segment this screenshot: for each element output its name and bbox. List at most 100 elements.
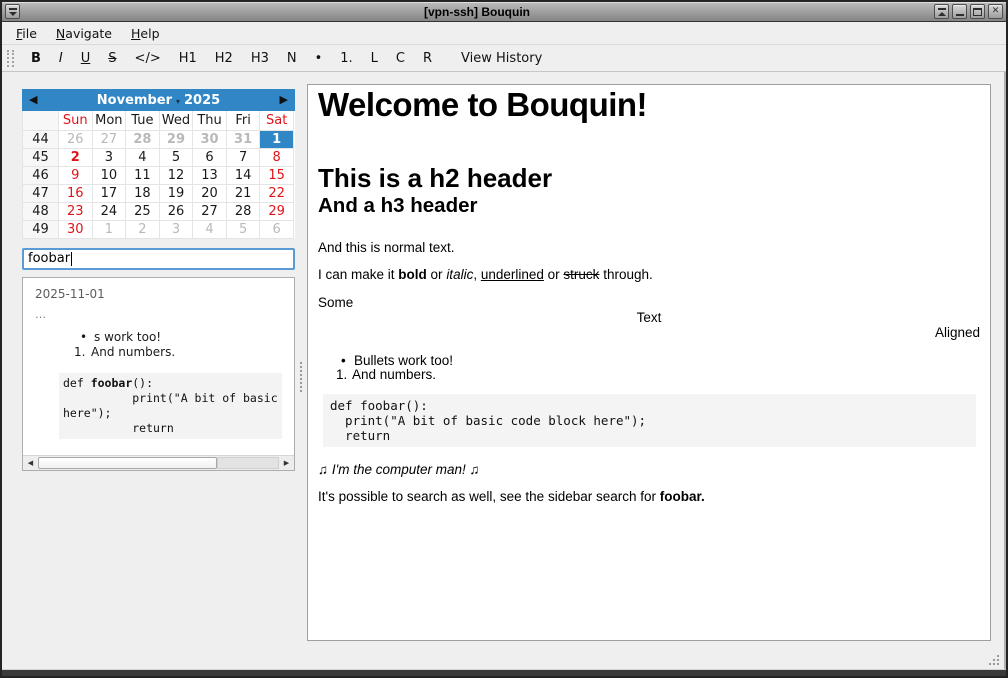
minimize-button[interactable]: [952, 4, 967, 19]
calendar-day-cell[interactable]: 18: [126, 184, 160, 202]
toolbar-normal-text-button[interactable]: N: [278, 48, 306, 69]
menu-file[interactable]: File: [16, 26, 37, 41]
result-bullet-text: s work too!: [94, 330, 161, 345]
search-input[interactable]: foobar: [22, 248, 295, 270]
scrollbar-track[interactable]: [217, 457, 279, 469]
chevron-down-icon[interactable]: ▾: [176, 97, 180, 108]
plain-text: or: [427, 267, 447, 282]
menubar: File Navigate Help: [2, 22, 1006, 45]
calendar-day-cell[interactable]: 13: [193, 166, 227, 184]
maximize-button[interactable]: [970, 4, 985, 19]
menu-navigate[interactable]: Navigate: [56, 26, 112, 41]
calendar-day-cell[interactable]: 30: [193, 130, 227, 148]
calendar-day-cell[interactable]: 2: [59, 148, 93, 166]
calendar-day-cell[interactable]: 23: [59, 202, 93, 220]
close-button[interactable]: ✕: [988, 4, 1003, 19]
editor-list: • Bullets work too! 1. And numbers.: [341, 354, 980, 382]
calendar-day-cell[interactable]: 4: [126, 148, 160, 166]
calendar-day-cell[interactable]: 12: [159, 166, 193, 184]
titlebar[interactable]: [vpn-ssh] Bouquin ✕: [2, 2, 1006, 22]
calendar-day-cell[interactable]: 16: [59, 184, 93, 202]
scroll-right-arrow-icon[interactable]: ▶: [279, 456, 294, 470]
calendar-day-cell[interactable]: 29: [159, 130, 193, 148]
calendar-day-cell[interactable]: 21: [226, 184, 260, 202]
calendar-day-cell[interactable]: 22: [260, 184, 294, 202]
calendar-day-cell[interactable]: 5: [159, 148, 193, 166]
calendar-day-cell[interactable]: 25: [126, 202, 160, 220]
editor[interactable]: Welcome to Bouquin! This is a h2 header …: [307, 84, 991, 641]
left-aligned-paragraph: Some: [318, 296, 980, 310]
calendar-day-cell[interactable]: 24: [92, 202, 126, 220]
sidebar-splitter[interactable]: [295, 84, 307, 669]
calendar-day-cell[interactable]: 6: [193, 148, 227, 166]
calendar-day-cell[interactable]: 1: [92, 220, 126, 238]
calendar-day-cell[interactable]: 4: [193, 220, 227, 238]
calendar-day-cell[interactable]: 30: [59, 220, 93, 238]
toolbar-grip-icon[interactable]: [7, 50, 14, 67]
calendar-day-cell[interactable]: 29: [260, 202, 294, 220]
calendar-day-cell[interactable]: 27: [193, 202, 227, 220]
scroll-left-arrow-icon[interactable]: ◀: [23, 456, 38, 470]
bullet-icon: •: [80, 330, 94, 345]
toolbar-strikethrough-button[interactable]: S: [99, 48, 125, 69]
calendar-day-cell[interactable]: 11: [126, 166, 160, 184]
calendar-day-cell[interactable]: 1: [260, 130, 294, 148]
calendar-month-label[interactable]: November: [97, 93, 172, 108]
toolbar-align-center-button[interactable]: C: [387, 48, 414, 69]
toolbar-italic-button[interactable]: I: [50, 48, 72, 69]
toolbar-bullet-list-button[interactable]: •: [306, 48, 332, 69]
calendar-day-cell[interactable]: 6: [260, 220, 294, 238]
search-result-item[interactable]: 2025-11-01 … • s work too! 1. And number…: [23, 278, 294, 448]
calendar-year-label[interactable]: 2025: [184, 93, 220, 108]
calendar-dayname-mon: Mon: [92, 111, 126, 130]
toolbar-underline-button[interactable]: U: [72, 48, 100, 69]
calendar-day-cell[interactable]: 3: [92, 148, 126, 166]
calendar-day-cell[interactable]: 3: [159, 220, 193, 238]
calendar-day-cell[interactable]: 7: [226, 148, 260, 166]
calendar-day-cell[interactable]: 2: [126, 220, 160, 238]
calendar-day-cell[interactable]: 31: [226, 130, 260, 148]
scrollbar-thumb[interactable]: [38, 457, 217, 469]
toolbar-heading2-button[interactable]: H2: [206, 48, 242, 69]
calendar-day-cell[interactable]: 28: [226, 202, 260, 220]
toolbar-align-left-button[interactable]: L: [362, 48, 387, 69]
toolbar-items: BIUS</>H1H2H3N•1.LCR View History: [22, 48, 551, 69]
calendar-day-cell[interactable]: 26: [59, 130, 93, 148]
toolbar-heading3-button[interactable]: H3: [242, 48, 278, 69]
resize-grip[interactable]: [986, 652, 999, 665]
right-aligned-paragraph: Aligned: [318, 326, 980, 340]
calendar-day-cell[interactable]: 14: [226, 166, 260, 184]
calendar-next-month-button[interactable]: ▶: [280, 89, 288, 111]
search-results-panel[interactable]: 2025-11-01 … • s work too! 1. And number…: [22, 277, 295, 471]
calendar-day-cell[interactable]: 10: [92, 166, 126, 184]
menu-help[interactable]: Help: [131, 26, 160, 41]
horizontal-scrollbar[interactable]: ◀ ▶: [23, 455, 294, 470]
toolbar-code-button[interactable]: </>: [126, 48, 170, 69]
result-number-text: And numbers.: [91, 345, 175, 360]
calendar-dayname-wed: Wed: [159, 111, 193, 130]
toolbar-numbered-list-button[interactable]: 1.: [331, 48, 361, 69]
calendar-day-cell[interactable]: 26: [159, 202, 193, 220]
italic-text: italic: [446, 267, 473, 282]
window-menu-button[interactable]: [5, 4, 20, 19]
calendar-day-cell[interactable]: 15: [260, 166, 294, 184]
calendar-day-cell[interactable]: 19: [159, 184, 193, 202]
calendar-day-cell[interactable]: 17: [92, 184, 126, 202]
plain-text: I can make it: [318, 267, 398, 282]
calendar-day-cell[interactable]: 9: [59, 166, 93, 184]
calendar-dayname-sat: Sat: [260, 111, 294, 130]
calendar-day-cell[interactable]: 5: [226, 220, 260, 238]
calendar-day-cell[interactable]: 8: [260, 148, 294, 166]
toolbar-bold-button[interactable]: B: [22, 48, 50, 69]
calendar-day-cell[interactable]: 27: [92, 130, 126, 148]
toolbar-align-right-button[interactable]: R: [414, 48, 441, 69]
app-window: [vpn-ssh] Bouquin ✕ File Navigate Help BIU…: [0, 0, 1008, 678]
code-text: def: [63, 376, 91, 390]
calendar-day-cell[interactable]: 28: [126, 130, 160, 148]
calendar-prev-month-button[interactable]: ◀: [29, 89, 37, 111]
toolbar-heading1-button[interactable]: H1: [170, 48, 206, 69]
result-date-link[interactable]: 2025-11-01: [35, 287, 282, 301]
calendar-day-cell[interactable]: 20: [193, 184, 227, 202]
toolbar-view-history-button[interactable]: View History: [452, 48, 551, 69]
shade-button[interactable]: [934, 4, 949, 19]
